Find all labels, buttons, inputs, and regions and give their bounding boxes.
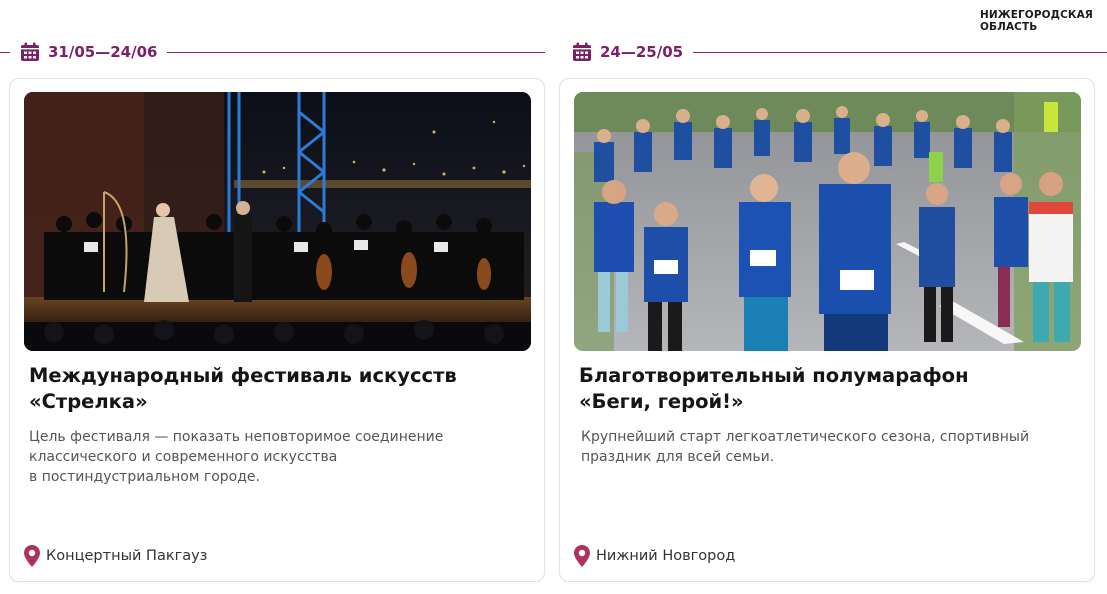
- event-title-line: «Беги, герой!»: [579, 390, 744, 413]
- event-description: Цель фестиваля — показать неповторимое с…: [29, 427, 499, 487]
- event-location-label: Нижний Новгород: [596, 548, 736, 564]
- event-description-line: праздник для всей семьи.: [581, 449, 775, 465]
- event-date: 31/05—24/06: [48, 43, 158, 61]
- event-title[interactable]: Благотворительный полумарафон «Беги, гер…: [579, 363, 1069, 415]
- location-pin-icon: [24, 545, 40, 567]
- event-date-row: 24—25/05: [572, 40, 1107, 64]
- region-logo[interactable]: НИЖЕГОРОДСКАЯ ОБЛАСТЬ: [980, 9, 1093, 33]
- event-description-line: Крупнейший старт легкоатлетического сезо…: [581, 429, 1030, 445]
- event-description-line: Цель фестиваля — показать неповторимое с…: [29, 429, 444, 445]
- event-description-line: в постиндустриальном городе.: [29, 469, 260, 485]
- orchestra-concert-photo: [24, 92, 531, 351]
- divider-line: [693, 51, 1107, 53]
- event-date: 24—25/05: [600, 43, 684, 61]
- event-description: Крупнейший старт легкоатлетического сезо…: [581, 427, 1071, 467]
- event-location: Нижний Новгород: [574, 545, 735, 567]
- divider-line: [167, 51, 545, 53]
- divider-line: [0, 51, 10, 53]
- event-title-line: Международный фестиваль искусств: [29, 364, 457, 387]
- event-card-half-marathon[interactable]: Благотворительный полумарафон «Беги, гер…: [559, 78, 1095, 582]
- region-logo-line1: НИЖЕГОРОДСКАЯ: [980, 9, 1093, 21]
- event-location-label: Концертный Пакгауз: [46, 548, 208, 564]
- event-date-row: 31/05—24/06: [0, 40, 545, 64]
- calendar-icon: [573, 42, 591, 61]
- event-title[interactable]: Международный фестиваль искусств «Стрелк…: [29, 363, 519, 415]
- event-title-line: Благотворительный полумарафон: [579, 364, 969, 387]
- event-location: Концертный Пакгауз: [24, 545, 207, 567]
- event-description-line: классического и современного искусства: [29, 449, 338, 465]
- location-pin-icon: [574, 545, 590, 567]
- calendar-icon: [21, 42, 39, 61]
- region-logo-line2: ОБЛАСТЬ: [980, 21, 1038, 33]
- event-title-line: «Стрелка»: [29, 390, 148, 413]
- half-marathon-runners-photo: [574, 92, 1081, 351]
- event-card-strelka[interactable]: Международный фестиваль искусств «Стрелк…: [9, 78, 545, 582]
